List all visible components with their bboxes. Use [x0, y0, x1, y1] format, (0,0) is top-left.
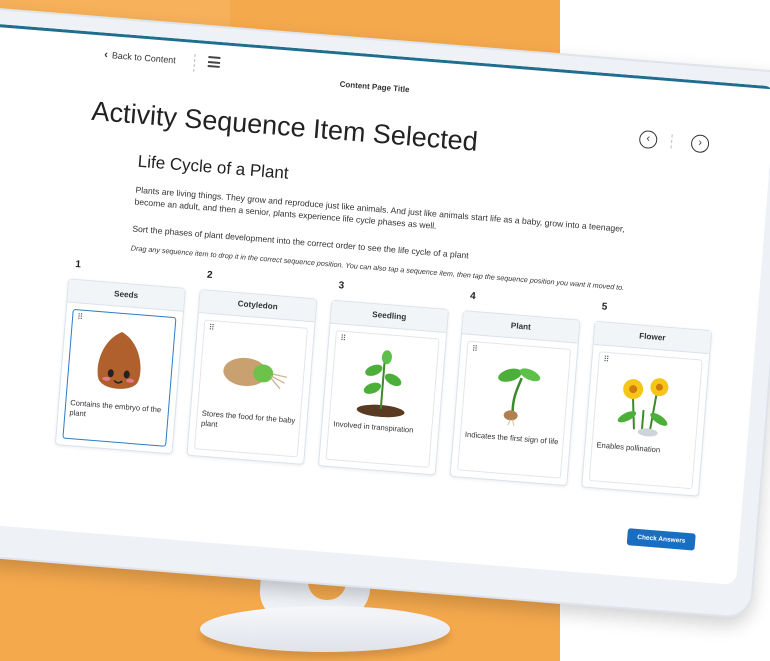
- activity-subtitle: Life Cycle of a Plant: [137, 151, 290, 183]
- position-number: 1: [74, 259, 82, 271]
- seedling-icon: [356, 350, 405, 418]
- sequence-item-selected[interactable]: ⠿ Contains the embryo of the plant: [62, 308, 177, 447]
- sequence-item[interactable]: ⠿ Involved in transpiration: [325, 330, 440, 469]
- sequence-card-flower[interactable]: Flower ⠿ Enables pollination: [581, 320, 713, 497]
- card-header: Flower: [593, 321, 712, 355]
- previous-icon[interactable]: ‹: [638, 129, 658, 150]
- sequence-card-seeds[interactable]: Seeds ⠿ Contains the embryo of the plant: [54, 278, 186, 455]
- seed-icon: [97, 331, 141, 389]
- divider: [670, 134, 673, 149]
- drag-handle-icon[interactable]: ⠿: [77, 312, 83, 321]
- sequence-position-5[interactable]: 5 Flower ⠿ Enables pollination: [581, 301, 714, 497]
- drag-handle-icon[interactable]: ⠿: [603, 355, 609, 364]
- card-description: Indicates the first sign of life: [464, 429, 559, 447]
- card-description: Contains the embryo of the plant: [69, 398, 162, 419]
- position-number: 3: [338, 280, 345, 292]
- drag-handle-icon[interactable]: ⠿: [208, 323, 214, 332]
- card-description: Enables pollination: [596, 440, 661, 455]
- sequence-card-cotyledon[interactable]: Cotyledon ⠿ Stores the food for the baby…: [186, 289, 318, 465]
- sequence-card-plant[interactable]: Plant ⠿ Indicates the first sign of life: [449, 310, 581, 487]
- drag-handle-icon[interactable]: ⠿: [472, 344, 478, 353]
- screen: ‹ Back to Content Content Page Title ‹ ›…: [0, 22, 770, 585]
- position-number: 2: [206, 269, 213, 282]
- activity-title: Activity Sequence Item Selected: [90, 95, 479, 157]
- sequence-position-3[interactable]: 3 Seedling ⠿ Involved in transpiration: [317, 280, 451, 476]
- sequence-position-4[interactable]: 4 Plant ⠿ Indicates the first sign of li…: [449, 290, 583, 487]
- next-icon[interactable]: ›: [690, 134, 710, 154]
- sequence-card-seedling[interactable]: Seedling ⠿ Involved in transpiration: [317, 299, 449, 476]
- sequence-position-2[interactable]: 2 Cotyledon ⠿ Stores the food for the ba…: [186, 269, 319, 465]
- sprout-icon: [498, 368, 541, 426]
- card-header: Cotyledon: [198, 290, 317, 323]
- sequence-item[interactable]: ⠿ Stores the food for the baby plant: [193, 319, 309, 458]
- sequence-item[interactable]: ⠿ Indicates the first sign of life: [457, 340, 572, 479]
- monitor-stand-foot: [200, 606, 450, 652]
- position-number: 5: [601, 301, 608, 313]
- position-number: 4: [469, 290, 477, 303]
- flower-icon: [617, 378, 669, 437]
- card-description: Involved in transpiration: [333, 419, 414, 435]
- card-description: Stores the food for the baby plant: [200, 408, 296, 429]
- monitor: ‹ Back to Content Content Page Title ‹ ›…: [0, 5, 770, 631]
- sequence-item[interactable]: ⠿ Enables pollination: [588, 351, 703, 490]
- check-answers-button[interactable]: Check Answers: [626, 528, 696, 551]
- monitor-bezel: ‹ Back to Content Content Page Title ‹ ›…: [0, 5, 770, 620]
- chevron-left-icon: ‹: [103, 48, 109, 61]
- cotyledon-icon: [223, 357, 288, 390]
- card-header: Seeds: [67, 279, 185, 312]
- card-header: Plant: [462, 311, 580, 344]
- drag-handle-icon[interactable]: ⠿: [340, 334, 346, 343]
- menu-icon[interactable]: [207, 56, 221, 68]
- sequence-position-1[interactable]: 1 Seeds ⠿ Contains the embryo of the pla…: [54, 259, 188, 455]
- card-header: Seedling: [330, 300, 448, 333]
